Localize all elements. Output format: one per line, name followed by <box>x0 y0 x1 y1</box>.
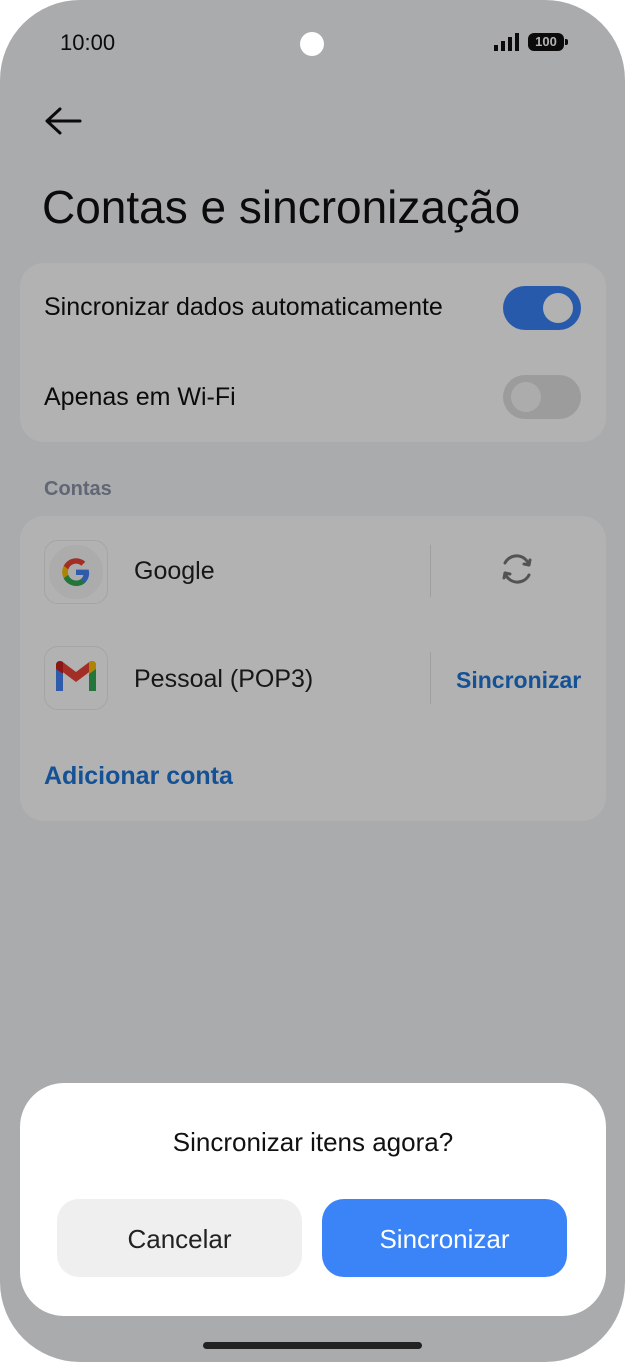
home-indicator[interactable] <box>203 1342 422 1349</box>
phone-screen: 10:00 100 Contas e sincronização Sincron… <box>0 0 625 1362</box>
dialog-title: Sincronizar itens agora? <box>172 1127 454 1157</box>
camera-cutout <box>300 32 324 56</box>
cancel-button[interactable]: Cancelar <box>57 1199 302 1277</box>
sync-dialog: Sincronizar itens agora? Cancelar Sincro… <box>20 1083 606 1316</box>
confirm-sync-button[interactable]: Sincronizar <box>322 1199 567 1277</box>
